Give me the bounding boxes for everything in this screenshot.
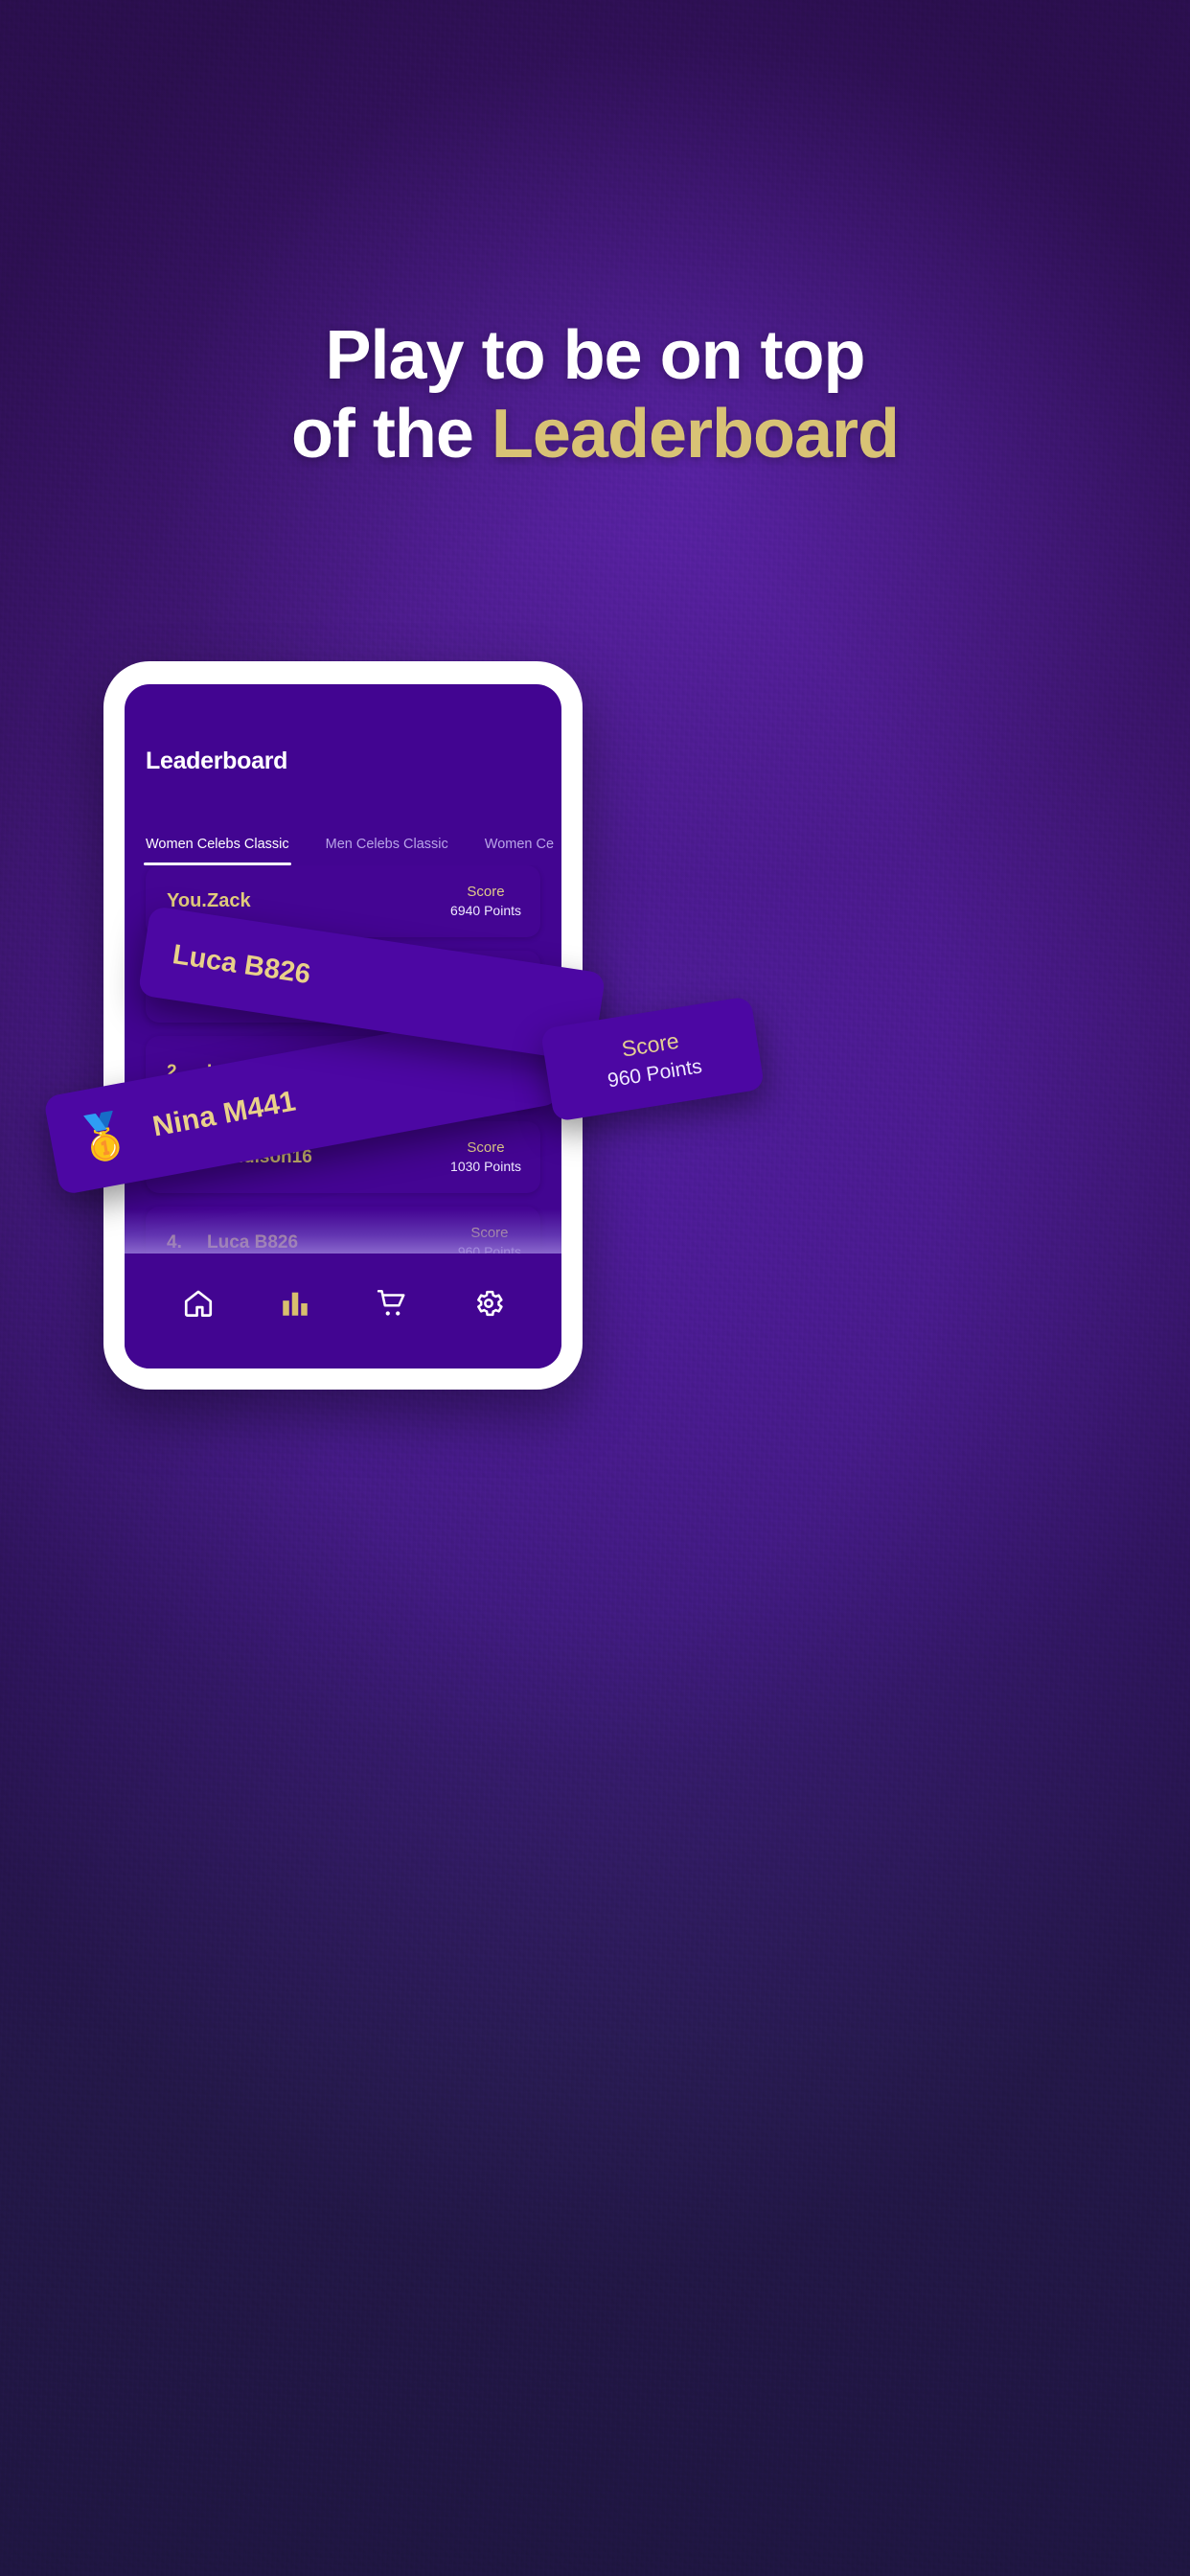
row-score-label: Score [467,883,505,900]
nav-item-home[interactable] [172,1277,224,1329]
row-score-value: 6940 Points [450,903,521,919]
app-header: Leaderboard Women Celebs Classic Men Cel… [125,684,561,865]
headline-accent-word: Leaderboard [491,396,900,473]
cart-icon [376,1287,408,1320]
row-score: Score 6940 Points [450,883,521,920]
tab-men-celebs-classic[interactable]: Men Celebs Classic [326,837,448,865]
row-player-name: Luca B826 [207,1231,299,1253]
bottom-navigation[interactable] [125,1254,561,1368]
table-row[interactable]: 4. Luca B826 Score 960 Points [146,1207,540,1254]
row-score-label: Score [470,1224,509,1241]
floating-score-value: 960 Points [606,1055,704,1092]
nav-item-leaderboard[interactable] [269,1277,321,1329]
row-score: Score 960 Points [458,1224,521,1254]
category-tabs[interactable]: Women Celebs Classic Men Celebs Classic … [144,816,554,865]
headline-line-2-plain: of the [290,396,492,473]
floating-fourth-name: Luca B826 [171,938,313,990]
row-player-name: Zack [207,890,251,911]
promo-headline: Play to be on top of the Leaderboard [0,316,1190,473]
headline-line-1: Play to be on top [325,317,865,394]
floating-winner-name: Nina M441 [149,1085,299,1143]
gear-icon [472,1287,505,1320]
home-icon [182,1287,215,1320]
nav-item-shop[interactable] [366,1277,418,1329]
bar-chart-icon [279,1287,311,1320]
gold-medal-icon: 🥇 [72,1107,136,1167]
tab-women-celebs-truncated[interactable]: Women Ce [485,837,554,865]
nav-item-settings[interactable] [463,1277,515,1329]
page-title: Leaderboard [146,748,288,774]
row-score-value: 1030 Points [450,1159,521,1175]
row-score-label: Score [467,1138,505,1156]
row-score-value: 960 Points [457,1244,521,1254]
headline-line-2: of the Leaderboard [0,395,1190,473]
row-score: Score 1030 Points [450,1138,521,1176]
row-rank: 4. [167,1231,182,1253]
tab-women-celebs-classic[interactable]: Women Celebs Classic [144,837,291,865]
